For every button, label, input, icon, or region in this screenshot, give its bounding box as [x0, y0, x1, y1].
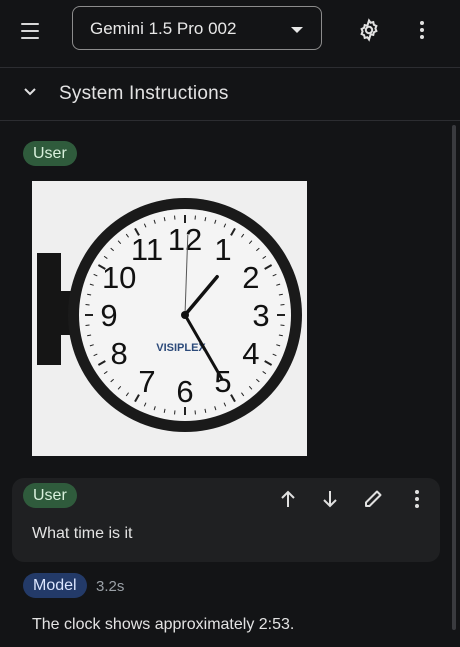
clock-numeral: 8	[111, 336, 128, 371]
arrow-up-icon[interactable]	[275, 486, 301, 512]
chevron-down-icon	[24, 88, 36, 96]
system-instructions-toggle[interactable]: System Instructions	[0, 68, 460, 121]
model-message-text: The clock shows approximately 2:53.	[32, 616, 295, 633]
system-instructions-label: System Instructions	[59, 83, 229, 104]
clock-brand-text: VISIPLEX	[156, 342, 206, 354]
arrow-down-icon[interactable]	[317, 486, 343, 512]
clock-numeral: 2	[242, 260, 259, 295]
user-role-chip: User	[23, 141, 77, 166]
model-selector[interactable]: Gemini 1.5 Pro 002	[72, 6, 322, 50]
settings-gear-icon[interactable]	[357, 18, 381, 42]
user-message-text: What time is it	[32, 525, 133, 542]
clock-numeral: 6	[176, 374, 193, 409]
scrollbar[interactable]	[452, 125, 456, 630]
user-role-chip: User	[23, 483, 77, 508]
clock-numeral: 7	[138, 364, 155, 399]
model-selector-label: Gemini 1.5 Pro 002	[90, 19, 237, 38]
response-time: 3.2s	[96, 578, 125, 595]
clock-numeral: 3	[252, 298, 269, 333]
dropdown-caret-icon	[291, 27, 303, 33]
model-role-chip: Model	[23, 573, 87, 598]
clock-numeral: 9	[100, 298, 117, 333]
clock-numeral: 4	[242, 336, 259, 371]
more-options-icon[interactable]	[412, 18, 432, 42]
top-bar: Gemini 1.5 Pro 002	[0, 0, 460, 68]
more-options-icon[interactable]	[404, 486, 430, 512]
edit-pencil-icon[interactable]	[360, 486, 386, 512]
user-message-card: User What time is it	[12, 478, 440, 562]
clock-numeral: 11	[131, 232, 163, 267]
clock-image[interactable]: 12 1 2 3 4 5 6 7 8 9 10 11 VISIPLEX	[32, 181, 307, 456]
menu-icon[interactable]	[18, 18, 44, 44]
clock-illustration: 12 1234567891011 VISIPLEX	[37, 198, 302, 432]
clock-numeral: 1	[214, 232, 231, 267]
clock-numeral: 12	[168, 222, 202, 257]
